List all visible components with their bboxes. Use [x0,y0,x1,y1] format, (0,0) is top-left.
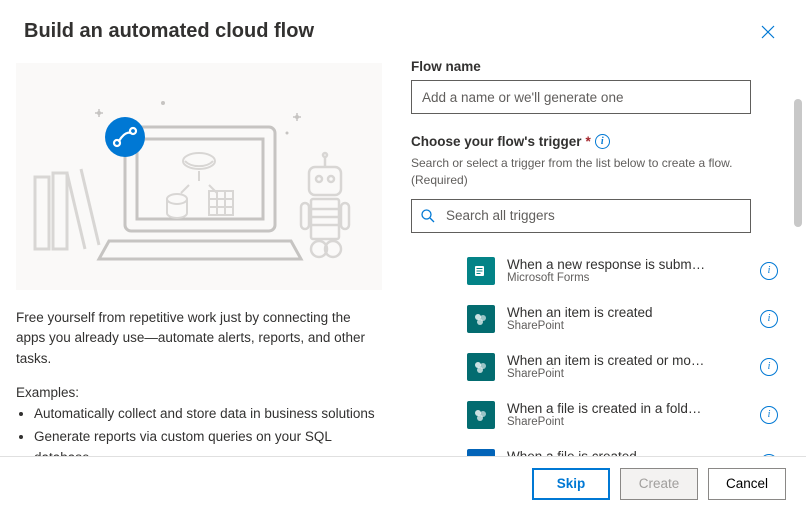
trigger-info-icon[interactable]: i [760,262,778,280]
close-button[interactable] [754,18,782,46]
trigger-title: When a new response is submitted [507,257,707,272]
sharepoint-icon [467,401,495,429]
required-mark: * [585,134,590,149]
trigger-source: Microsoft Forms [507,272,760,284]
sharepoint-icon [467,353,495,381]
trigger-info-icon[interactable]: i [760,358,778,376]
trigger-item-sp-file-folder[interactable]: When a file is created in a folder (de..… [467,391,782,439]
search-icon [420,208,436,224]
trigger-subtext: Search or select a trigger from the list… [411,155,782,189]
dialog-title: Build an automated cloud flow [24,20,782,43]
create-button[interactable]: Create [620,468,698,500]
hero-illustration [16,63,382,290]
trigger-title: When a file is created [507,449,707,456]
scroll-thumb[interactable] [794,99,802,227]
trigger-title: When an item is created [507,305,707,320]
example-item: Automatically collect and store data in … [34,404,377,425]
trigger-item-sp-item-modified[interactable]: When an item is created or modified Shar… [467,343,782,391]
trigger-source: SharePoint [507,320,760,332]
sharepoint-icon [467,305,495,333]
trigger-item-forms-response[interactable]: When a new response is submitted Microso… [467,247,782,295]
trigger-info-icon[interactable]: i [760,454,778,456]
trigger-source: SharePoint [507,368,760,380]
trigger-info-icon[interactable]: i [760,310,778,328]
trigger-info-icon[interactable]: i [760,406,778,424]
search-trigger-input[interactable] [444,207,742,224]
trigger-heading: Choose your flow's trigger [411,134,581,149]
trigger-item-onedrive-file[interactable]: When a file is created OneDrive for Busi… [467,439,782,456]
trigger-item-sp-item-created[interactable]: When an item is created SharePoint i [467,295,782,343]
description-text: Free yourself from repetitive work just … [16,308,377,369]
flow-name-label: Flow name [411,59,782,74]
onedrive-icon [467,449,495,456]
search-trigger-wrap[interactable] [411,199,751,233]
scrollbar[interactable] [794,55,802,443]
cancel-button[interactable]: Cancel [708,468,786,500]
trigger-title: When a file is created in a folder (de..… [507,401,707,416]
examples-list: Automatically collect and store data in … [34,404,377,456]
examples-heading: Examples: [16,385,377,400]
flow-name-input[interactable] [411,80,751,114]
trigger-source: SharePoint [507,416,760,428]
info-icon[interactable]: i [595,134,610,149]
forms-icon [467,257,495,285]
example-item: Generate reports via custom queries on y… [34,427,377,456]
trigger-title: When an item is created or modified [507,353,707,368]
skip-button[interactable]: Skip [532,468,610,500]
close-icon [760,24,776,40]
